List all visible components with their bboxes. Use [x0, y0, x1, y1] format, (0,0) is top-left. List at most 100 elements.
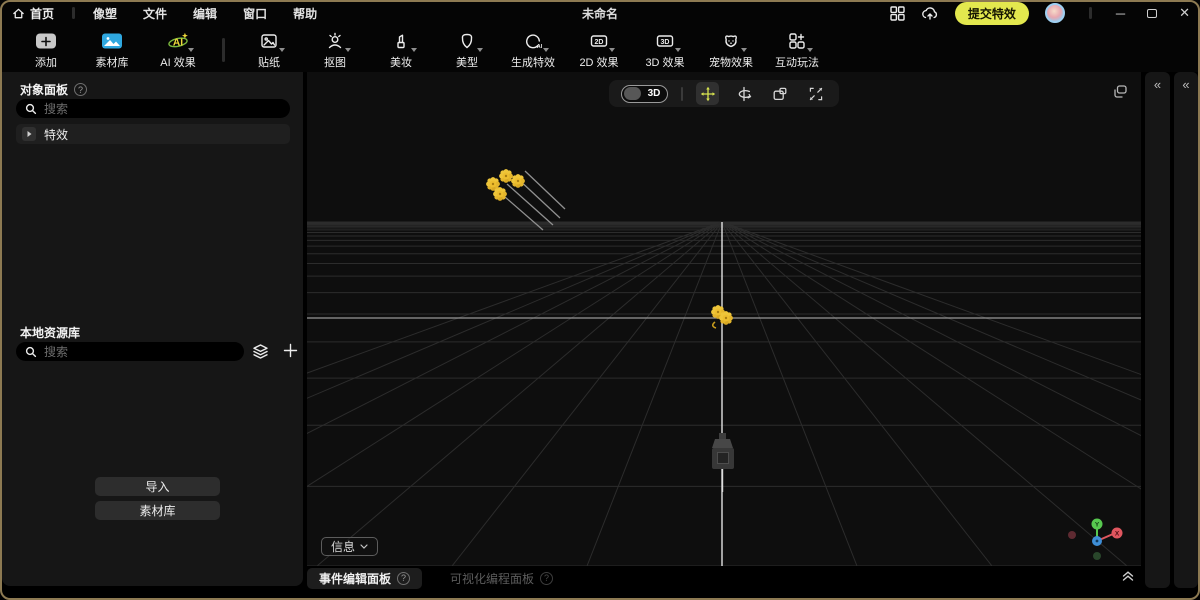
- help-icon[interactable]: ?: [397, 572, 410, 585]
- toolbar-item-pet-effects[interactable]: 宠物效果: [709, 30, 753, 70]
- ai-effects-icon: AI: [166, 30, 190, 52]
- menu-window[interactable]: 窗口: [243, 5, 267, 22]
- toolbar-item-material-library[interactable]: 素材库: [90, 30, 134, 70]
- move-tool-button[interactable]: [696, 82, 719, 105]
- move-tool-icon: [700, 86, 716, 102]
- rotate-tool-button[interactable]: [732, 82, 755, 105]
- toolbar-item-ai-effects[interactable]: AI AI 效果: [156, 30, 200, 70]
- toolbar-item-add[interactable]: 添加: [24, 30, 68, 70]
- 2d-effects-icon: 2D: [587, 30, 611, 52]
- tab-visual-programming[interactable]: 可视化编程面板 ?: [438, 568, 565, 589]
- cutout-person-icon: [323, 30, 347, 52]
- gizmo-neg-x[interactable]: [1068, 531, 1076, 539]
- object-item-effect[interactable]: 特效: [16, 124, 290, 144]
- tab-event-editor[interactable]: 事件编辑面板 ?: [307, 568, 422, 589]
- orientation-gizmo[interactable]: Y X: [1068, 519, 1123, 561]
- layers-icon[interactable]: [252, 343, 269, 360]
- cloud-upload-icon[interactable]: [921, 6, 939, 21]
- avatar[interactable]: [1045, 3, 1065, 23]
- info-label: 信息: [331, 538, 355, 555]
- local-library-title: 本地资源库: [20, 324, 80, 341]
- toggle-knob: [624, 87, 641, 100]
- controls-separator: [1089, 7, 1092, 19]
- face-reshape-icon: [455, 30, 479, 52]
- popout-window-icon[interactable]: [1109, 80, 1131, 102]
- object-search-input[interactable]: [16, 99, 290, 118]
- titlebar-separator: [72, 7, 75, 19]
- home-label: 首页: [30, 5, 54, 22]
- interactive-blocks-icon: [785, 30, 809, 52]
- maximize-button[interactable]: [1147, 9, 1157, 18]
- object-panel-title: 对象面板 ?: [20, 81, 87, 98]
- toolbar-item-sticker[interactable]: 贴纸: [247, 30, 291, 70]
- help-icon[interactable]: ?: [540, 572, 553, 585]
- left-panel: 对象面板 ? 特效 本地资源库 导入 素材库: [2, 72, 303, 586]
- dropdown-indicator: [477, 48, 483, 52]
- home-icon: [12, 7, 25, 20]
- frame-tool-icon: [808, 86, 824, 102]
- toolbar-item-generate-effects[interactable]: AI 生成特效: [511, 30, 555, 70]
- material-gallery-icon: [100, 30, 124, 52]
- object-item-label: 特效: [44, 126, 68, 143]
- toolbar-item-makeup[interactable]: 美妆: [379, 30, 423, 70]
- close-button[interactable]: ✕: [1179, 5, 1190, 21]
- mode-label: 3D: [641, 88, 667, 99]
- expand-panel-icon[interactable]: «: [1154, 77, 1161, 92]
- import-button[interactable]: 导入: [95, 477, 220, 496]
- dropdown-indicator: [807, 48, 813, 52]
- local-library-search-input[interactable]: [16, 342, 244, 361]
- toolbar-separator: [222, 38, 225, 62]
- svg-text:Y: Y: [1095, 522, 1100, 529]
- toolbar-item-label: 素材库: [96, 54, 129, 70]
- scale-tool-button[interactable]: [768, 82, 791, 105]
- toolbar-item-cutout[interactable]: 抠图: [313, 30, 357, 70]
- right-panel-collapsed-2: «: [1174, 72, 1198, 588]
- menu-file[interactable]: 文件: [143, 5, 167, 22]
- add-resource-icon[interactable]: [283, 343, 298, 358]
- ground-grid: [307, 222, 1141, 566]
- tab-label: 事件编辑面板: [319, 570, 391, 587]
- menu-help[interactable]: 帮助: [293, 5, 317, 22]
- menu-edit[interactable]: 编辑: [193, 5, 217, 22]
- expand-arrow-icon[interactable]: [22, 127, 36, 141]
- object-panel-title-text: 对象面板: [20, 81, 68, 98]
- effect-object-flower-trail[interactable]: [486, 169, 565, 230]
- search-icon: [25, 346, 37, 358]
- menu-app[interactable]: 像塑: [93, 5, 117, 22]
- collapse-bottom-panel-button[interactable]: [1121, 569, 1135, 587]
- toolbar-item-label: 美型: [456, 54, 478, 70]
- generate-effects-icon: AI: [521, 30, 545, 52]
- library-button[interactable]: 素材库: [95, 501, 220, 520]
- search-icon: [25, 103, 37, 115]
- dropdown-indicator: [675, 48, 681, 52]
- toolbar-item-label: 3D 效果: [645, 54, 684, 70]
- info-dropdown-button[interactable]: 信息: [321, 537, 378, 556]
- minimize-button[interactable]: ─: [1116, 6, 1125, 21]
- dropdown-indicator: [741, 48, 747, 52]
- help-icon[interactable]: ?: [74, 83, 87, 96]
- toolbar-item-interactive-play[interactable]: 互动玩法: [775, 30, 819, 70]
- scene-viewport[interactable]: Y X 3D: [307, 72, 1141, 566]
- svg-text:2D: 2D: [595, 39, 604, 46]
- apps-grid-icon[interactable]: [890, 6, 905, 21]
- gizmo-neg-y[interactable]: [1093, 552, 1101, 560]
- dropdown-indicator: [411, 48, 417, 52]
- 3d-mode-toggle[interactable]: 3D: [621, 85, 668, 103]
- viewport-toolbar-separator: [681, 87, 683, 101]
- toolbar-item-face-reshape[interactable]: 美型: [445, 30, 489, 70]
- scene-canvas: Y X: [307, 72, 1141, 566]
- right-panel-collapsed-1: «: [1145, 72, 1170, 588]
- camera-object[interactable]: [712, 433, 734, 492]
- titlebar: 首页 像塑 文件 编辑 窗口 帮助 未命名 提交特效 ─ ✕: [0, 0, 1200, 26]
- submit-effect-button[interactable]: 提交特效: [955, 2, 1029, 25]
- toolbar-item-label: 添加: [35, 54, 57, 70]
- toolbar-item-2d-effects[interactable]: 2D 2D 效果: [577, 30, 621, 70]
- toolbar-item-label: 抠图: [324, 54, 346, 70]
- toolbar-item-label: 美妆: [390, 54, 412, 70]
- home-button[interactable]: 首页: [12, 5, 54, 22]
- dropdown-indicator: [609, 48, 615, 52]
- frame-tool-button[interactable]: [804, 82, 827, 105]
- toolbar-item-3d-effects[interactable]: 3D 3D 效果: [643, 30, 687, 70]
- expand-panel-icon[interactable]: «: [1182, 77, 1189, 92]
- toolbar-item-label: 2D 效果: [579, 54, 618, 70]
